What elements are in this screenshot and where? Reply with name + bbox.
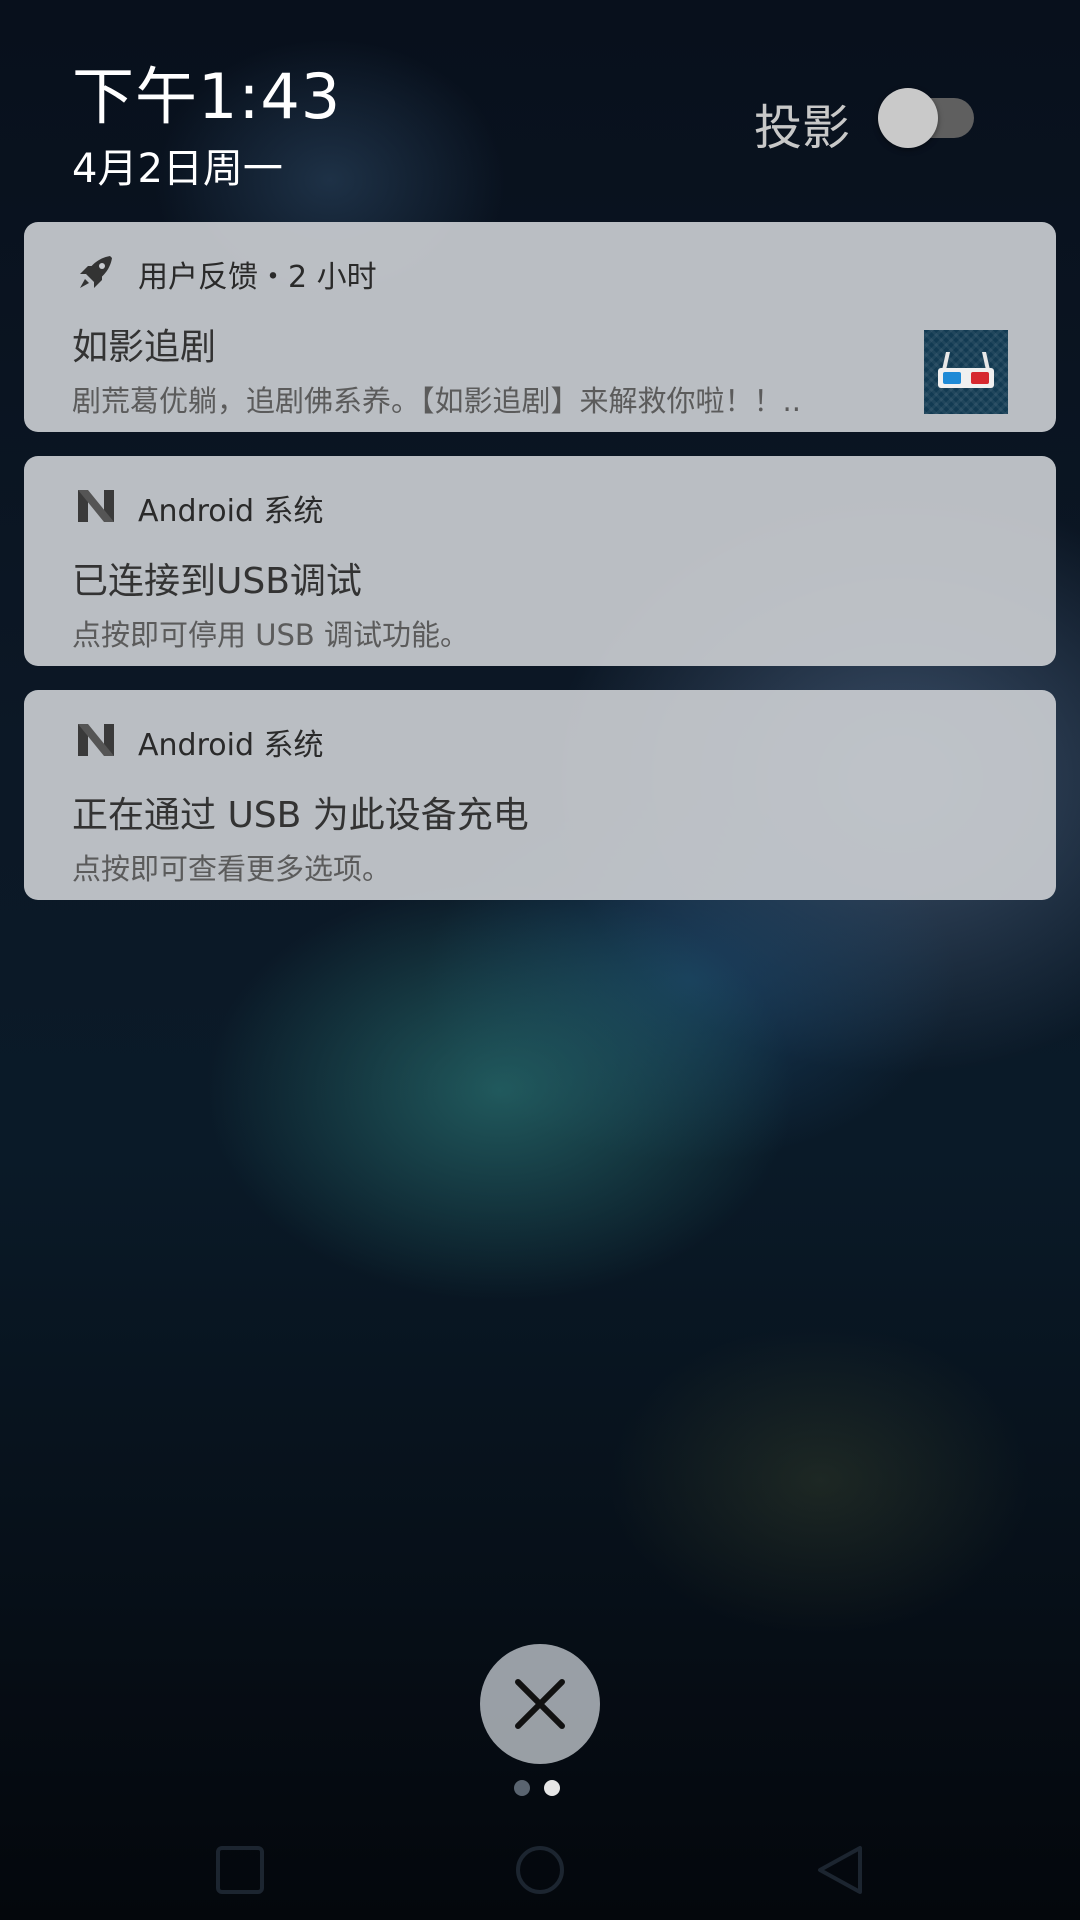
home-button[interactable] xyxy=(508,1838,572,1902)
notification-body: 点按即可查看更多选项。 xyxy=(72,852,392,886)
notification-title: 正在通过 USB 为此设备充电 xyxy=(72,795,529,836)
notification-card-usb-debug[interactable]: Android 系统 已连接到USB调试 点按即可停用 USB 调试功能。 xyxy=(24,456,1056,666)
page-dot-2-active xyxy=(544,1780,560,1796)
notification-body: 剧荒葛优躺，追剧佛系养。【如影追剧】来解救你啦！！.. xyxy=(72,384,801,418)
android-n-icon xyxy=(76,486,116,526)
back-button[interactable] xyxy=(808,1838,872,1902)
3d-glasses-icon xyxy=(924,330,1008,414)
recent-apps-icon xyxy=(216,1846,264,1894)
notification-title: 已连接到USB调试 xyxy=(72,561,362,602)
recent-apps-button[interactable] xyxy=(208,1838,272,1902)
rocket-icon xyxy=(76,252,116,292)
toggle-thumb xyxy=(878,88,938,148)
date-label: 4月2日周一 xyxy=(72,146,283,192)
notification-card-feedback[interactable]: 用户反馈・2 小时 如影追剧 剧荒葛优躺，追剧佛系养。【如影追剧】来解救你啦！！… xyxy=(24,222,1056,432)
clear-notifications-button[interactable] xyxy=(480,1644,600,1764)
clock-time: 下午1:43 xyxy=(72,60,342,133)
home-icon xyxy=(516,1846,564,1894)
close-icon xyxy=(515,1679,565,1729)
notification-body: 点按即可停用 USB 调试功能。 xyxy=(72,618,469,652)
navigation-bar xyxy=(0,1820,1080,1920)
page-indicator xyxy=(514,1780,574,1796)
notification-app-name: Android 系统 xyxy=(138,728,324,763)
notification-app-name: 用户反馈・2 小时 xyxy=(138,260,377,295)
notification-app-name: Android 系统 xyxy=(138,494,324,529)
page-dot-1 xyxy=(514,1780,530,1796)
cast-toggle[interactable] xyxy=(878,84,974,148)
android-n-icon xyxy=(76,720,116,760)
cast-label: 投影 xyxy=(754,100,851,156)
notification-card-usb-charging[interactable]: Android 系统 正在通过 USB 为此设备充电 点按即可查看更多选项。 xyxy=(24,690,1056,900)
back-icon xyxy=(818,1846,862,1894)
notification-title: 如影追剧 xyxy=(72,327,217,368)
